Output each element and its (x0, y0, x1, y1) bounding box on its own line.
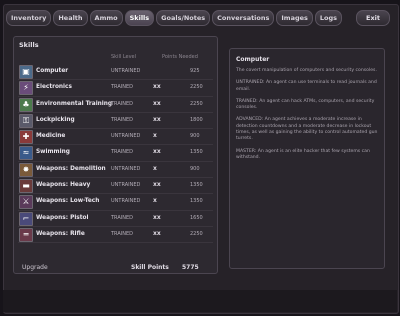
column-header-skill-level: Skill Level (111, 54, 137, 60)
skill-name: Computer (36, 68, 69, 74)
medicine-icon: ✚ (19, 130, 33, 145)
skill-modifier: xx (153, 99, 161, 107)
pistol-icon: ⌐ (19, 211, 33, 226)
skill-cost: 2250 (190, 84, 203, 91)
rifle-icon: ═ (19, 227, 33, 242)
skill-modifier: x (153, 164, 157, 172)
skill-modifier: x (153, 197, 157, 205)
skill-name: Electronics (36, 84, 72, 91)
description-paragraph: UNTRAINED: An agent can use terminals to… (236, 80, 377, 92)
skill-points-value: 5775 (182, 264, 199, 271)
skill-cost: 900 (190, 133, 200, 140)
skill-row[interactable]: ≈ Swimming TRAINED xx 1350 (18, 145, 213, 162)
skill-level: UNTRAINED (111, 182, 141, 189)
electronics-icon: ⚡ (19, 81, 33, 96)
skill-row[interactable]: ♣ Environmental Training TRAINED xx 2250 (18, 97, 213, 113)
skill-row[interactable]: ✸ Weapons: Demolition UNTRAINED x 900 (18, 162, 213, 179)
skill-cost: 1650 (190, 214, 203, 221)
skill-name: Weapons: Rifle (36, 230, 85, 237)
skill-modifier: xx (153, 83, 161, 91)
skill-level: UNTRAINED (111, 198, 141, 205)
skill-level: TRAINED (111, 214, 133, 221)
heavy-weapon-icon: ▬ (19, 179, 33, 194)
column-header-points-needed: Points Needed (162, 54, 198, 60)
skill-modifier: xx (153, 148, 161, 156)
demolition-icon: ✸ (19, 162, 33, 177)
skill-modifier: xx (153, 115, 161, 123)
lowtech-weapon-icon: ⚔ (19, 195, 33, 210)
skill-cost: 1350 (190, 149, 203, 156)
tab-logs[interactable]: Logs (314, 10, 343, 26)
skill-name: Weapons: Demolition (36, 165, 106, 172)
skills-footer: Upgrade Skill Points 5775 (19, 264, 214, 273)
tab-conversations[interactable]: Conversations (212, 10, 275, 26)
swimming-icon: ≈ (19, 146, 33, 161)
skill-level: UNTRAINED (111, 68, 141, 74)
skill-name: Weapons: Pistol (36, 214, 89, 221)
skill-modifier: x (153, 132, 157, 140)
skill-row[interactable]: ▬ Weapons: Heavy UNTRAINED xx 1350 (18, 178, 213, 195)
skill-row[interactable]: ⚿ Lockpicking TRAINED xx 1800 (18, 113, 213, 130)
skill-level: TRAINED (111, 116, 133, 123)
tab-bar: Inventory Health Ammo Skills Goals/Notes Conv… (6, 10, 343, 26)
skill-level: TRAINED (111, 230, 133, 237)
tab-inventory[interactable]: Inventory (6, 10, 52, 26)
computer-icon: ▣ (19, 65, 33, 79)
skill-name: Swimming (36, 149, 70, 156)
skill-name: Weapons: Heavy (36, 182, 91, 189)
skill-row[interactable]: ▣ Computer UNTRAINED 925 (18, 64, 213, 81)
skill-description-title: Computer (236, 56, 270, 63)
skill-level: UNTRAINED (111, 133, 141, 140)
skill-row[interactable]: ⚔ Weapons: Low-Tech UNTRAINED x 1350 (18, 194, 213, 211)
tab-health[interactable]: Health (53, 10, 88, 26)
skill-modifier: xx (153, 213, 161, 221)
skills-panel: Skills Skill Level Points Needed ▣ Comput… (13, 36, 218, 274)
exit-button[interactable]: Exit (356, 10, 390, 26)
skill-cost: 1800 (190, 116, 203, 123)
description-paragraph: TRAINED: An agent can hack ATMs, compute… (236, 98, 375, 111)
skill-points-label: Skill Points (131, 264, 169, 271)
skill-row[interactable]: ⚡ Electronics TRAINED xx 2250 (18, 80, 213, 97)
skill-row[interactable]: ⌐ Weapons: Pistol TRAINED xx 1650 (18, 211, 213, 227)
skill-row[interactable]: ✚ Medicine UNTRAINED x 900 (18, 129, 213, 146)
description-paragraph: MASTER: An agent is an elite hacker that… (236, 148, 370, 160)
skill-name: Lockpicking (36, 116, 75, 123)
skill-description-text: The covert manipulation of computers and… (236, 68, 378, 167)
skill-level: TRAINED (111, 149, 133, 156)
skill-description-panel: Computer The covert manipulation of comp… (229, 48, 385, 269)
tab-goals-notes[interactable]: Goals/Notes (156, 10, 211, 26)
upgrade-button[interactable]: Upgrade (22, 264, 48, 271)
skill-level: TRAINED (111, 84, 133, 91)
skill-cost: 1350 (190, 198, 203, 205)
tab-ammo[interactable]: Ammo (89, 10, 123, 26)
skill-level: TRAINED (111, 100, 133, 107)
skill-name: Environmental Training (36, 100, 113, 107)
skill-modifier: xx (153, 229, 161, 237)
skill-name: Weapons: Low-Tech (36, 198, 100, 205)
skills-list: ▣ Computer UNTRAINED 925 ⚡ Electronics TRAINED… (18, 64, 213, 244)
skill-cost: 2250 (190, 230, 203, 237)
skill-cost: 900 (190, 165, 200, 172)
skills-panel-title: Skills (19, 41, 39, 49)
skill-name: Medicine (36, 133, 66, 140)
bottom-strip (3, 290, 397, 312)
tab-skills[interactable]: Skills (124, 10, 155, 26)
skill-level: UNTRAINED (111, 165, 141, 172)
tab-images[interactable]: Images (276, 10, 313, 26)
environment-icon: ♣ (19, 97, 33, 112)
skill-cost: 1350 (190, 182, 203, 189)
skill-cost: 925 (190, 68, 200, 74)
skill-row[interactable]: ═ Weapons: Rifle TRAINED xx 2250 (18, 227, 213, 244)
lockpick-icon: ⚿ (19, 113, 33, 128)
description-paragraph: The covert manipulation of computers and… (236, 68, 377, 73)
description-paragraph: ADVANCED: An agent achieves a moderate i… (236, 117, 378, 142)
skill-modifier: xx (153, 181, 161, 189)
skill-cost: 2250 (190, 100, 203, 107)
